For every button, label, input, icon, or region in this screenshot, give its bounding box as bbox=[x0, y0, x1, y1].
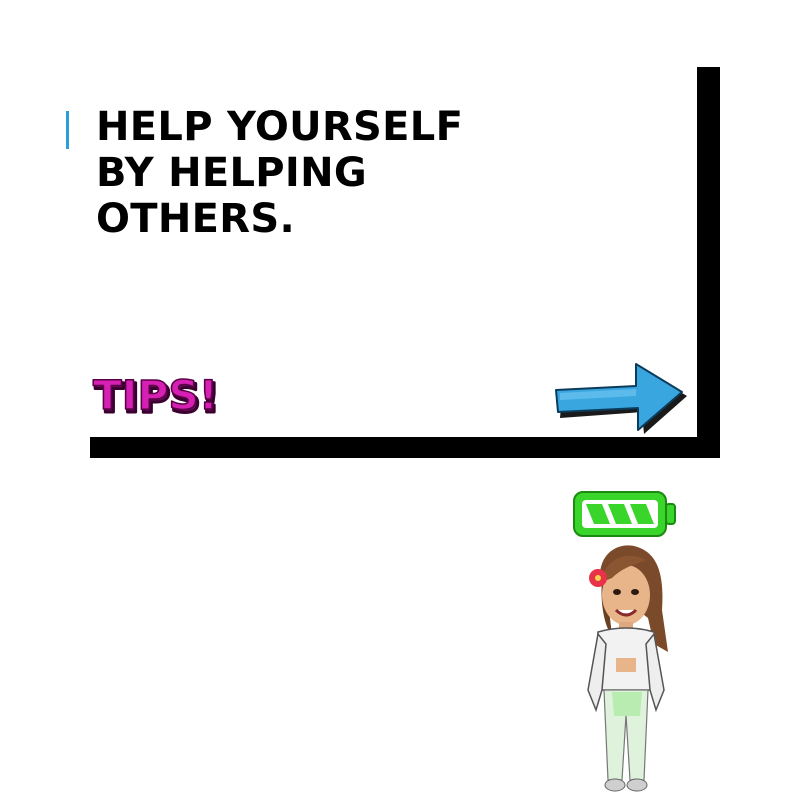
tips-sticker-text: TIPS! bbox=[93, 373, 218, 419]
headline-line-1: HELP YOURSELF bbox=[96, 104, 464, 150]
frame-horizontal-line bbox=[90, 437, 720, 458]
headline-line-3: OTHERS. bbox=[96, 196, 295, 242]
headline-line-2: BY HELPING bbox=[96, 150, 367, 196]
bitmoji-avatar bbox=[587, 545, 668, 792]
tips-sticker: TIPS! TIPS! bbox=[92, 372, 221, 423]
battery-icon bbox=[573, 491, 676, 537]
headline: HELP YOURSELF BY HELPING OTHERS. bbox=[96, 104, 463, 242]
accent-bar bbox=[66, 111, 69, 149]
frame-vertical-line bbox=[697, 67, 720, 458]
right-arrow-icon bbox=[555, 363, 687, 434]
